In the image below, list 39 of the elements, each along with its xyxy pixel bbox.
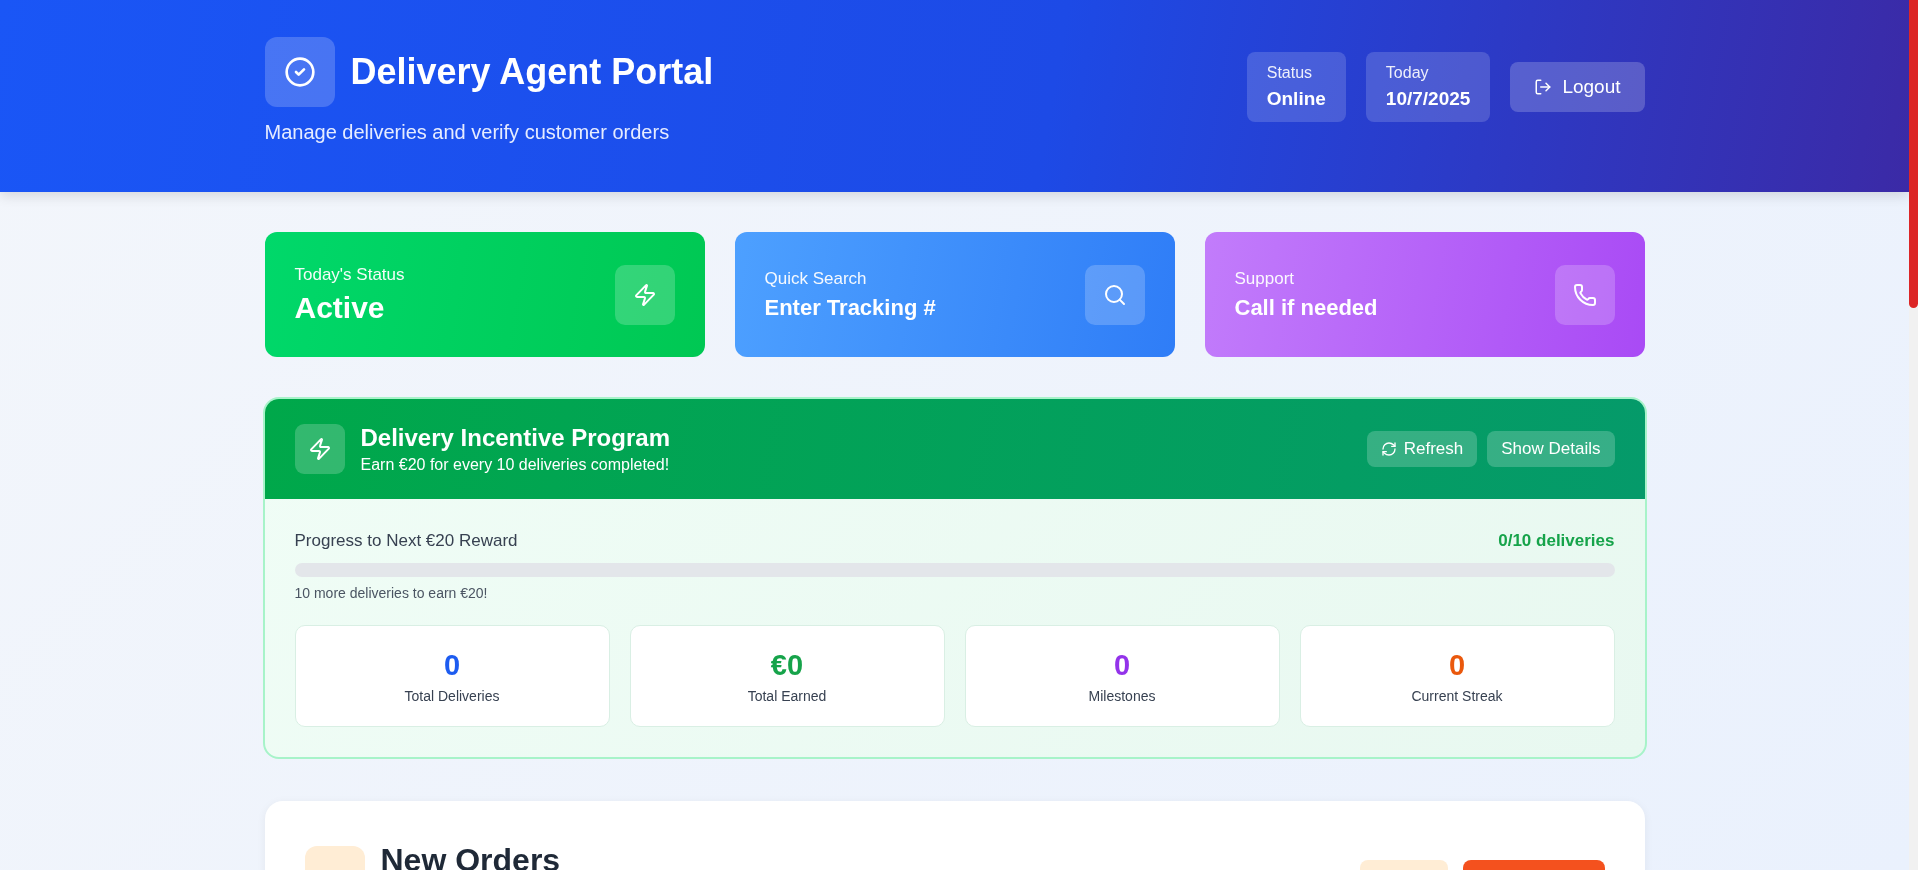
progress-reading: 0/10 deliveries: [1498, 531, 1615, 551]
stat-label: Total Earned: [747, 687, 827, 704]
portal-subtitle: Manage deliveries and verify customer orders: [264, 121, 671, 144]
pill-label: Today: [1385, 63, 1430, 82]
lightning-icon: [632, 282, 657, 307]
quick-card[interactable]: Quick Search Enter Tracking #: [734, 232, 1175, 357]
stat-label: Current Streak: [1411, 687, 1503, 704]
incentive-subtitle: Earn €20 for every 10 deliveries completed!: [360, 456, 670, 474]
logout-button[interactable]: Logout: [1510, 61, 1645, 112]
pill-label: Status: [1266, 63, 1314, 82]
card-label: Quick Search: [764, 268, 868, 289]
refresh-icon: [1380, 441, 1397, 457]
card-value: Call if needed: [1234, 294, 1378, 321]
details-button[interactable]: Show Details: [1487, 431, 1615, 467]
card-label: Support: [1234, 268, 1296, 289]
quick-card[interactable]: Today's Status Active: [264, 232, 705, 357]
stat-value: €0: [770, 648, 804, 682]
stat-label: Total Deliveries: [404, 687, 500, 704]
pill-value: Online: [1266, 87, 1326, 110]
stat-value: 0: [1448, 648, 1466, 682]
refresh-button[interactable]: Refresh: [1366, 431, 1478, 467]
stat-value: 0: [443, 648, 461, 682]
stat-value: 0: [1113, 648, 1131, 682]
progress-label: Progress to Next €20 Reward: [294, 531, 518, 551]
pill-value: 10/7/2025: [1385, 87, 1471, 110]
quick-card[interactable]: Support Call if needed: [1204, 232, 1645, 357]
card-value: Active: [294, 290, 386, 325]
lightning-icon: [307, 437, 332, 461]
logout-icon: [1534, 77, 1553, 96]
scrollbar-thumb[interactable]: [1909, 0, 1918, 308]
stat-label: Milestones: [1088, 687, 1156, 704]
incentive-title: Delivery Incentive Program: [360, 424, 670, 452]
progress-hint: 10 more deliveries to earn €20!: [294, 585, 489, 601]
card-value: Enter Tracking #: [764, 294, 936, 321]
portal-title: Delivery Agent Portal: [350, 51, 714, 93]
check-circle-icon: [283, 56, 316, 88]
card-label: Today's Status: [294, 264, 405, 285]
search-icon: [1102, 282, 1127, 307]
phone-icon: [1572, 282, 1597, 307]
